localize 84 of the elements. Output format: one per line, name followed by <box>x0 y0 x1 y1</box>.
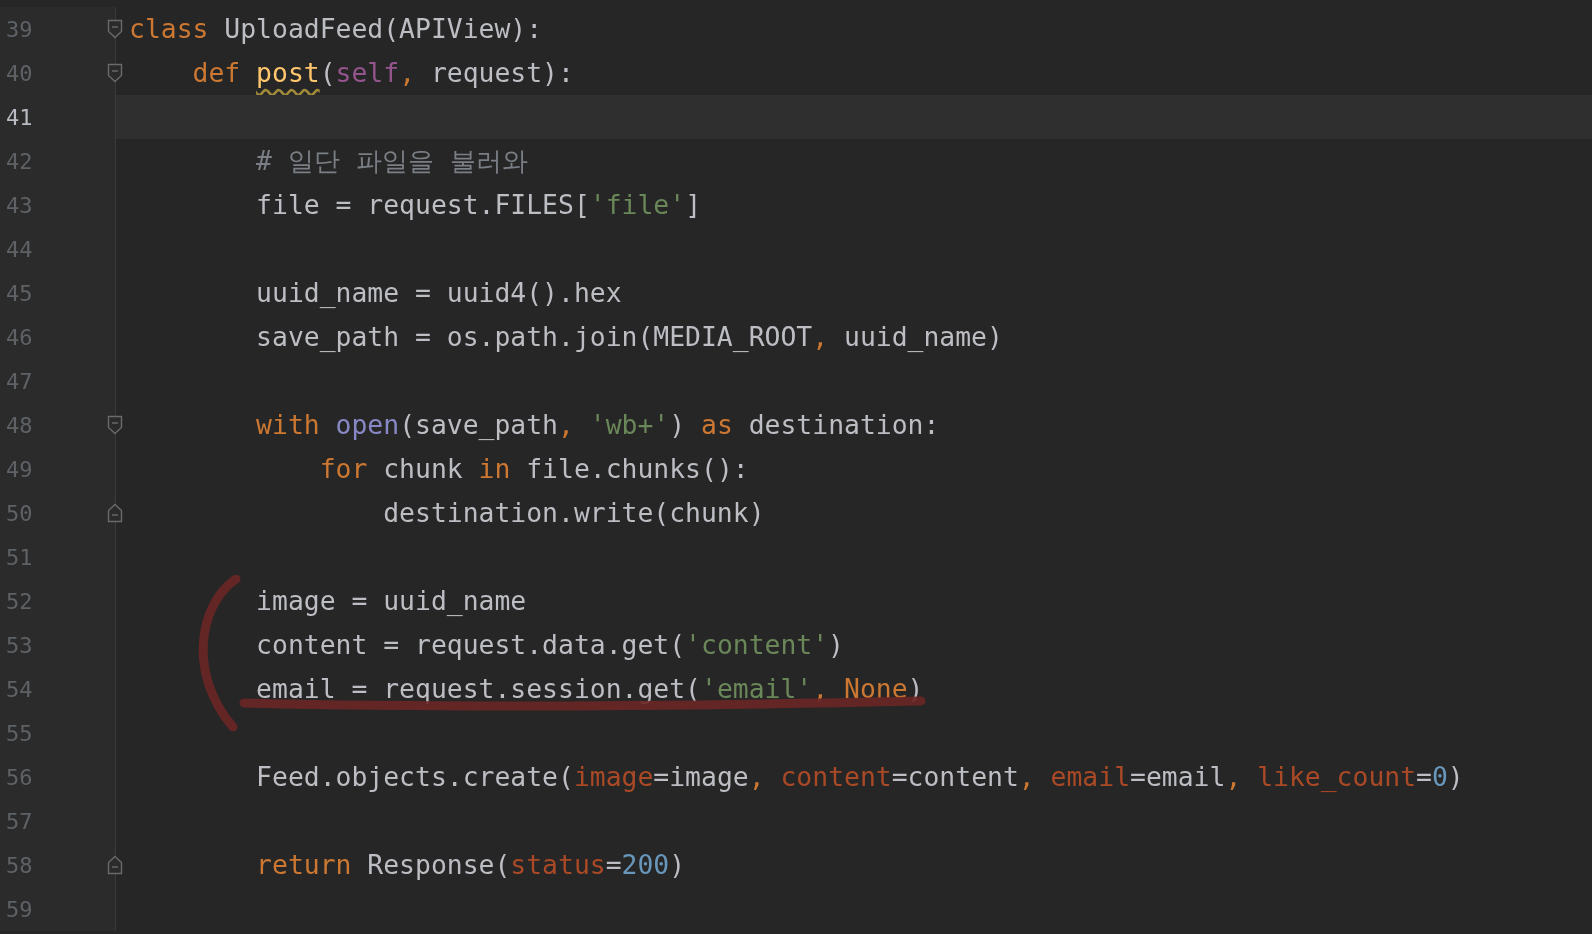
line-number: 42 <box>5 148 33 174</box>
code-text: ( <box>319 57 336 88</box>
code-text: destination: <box>747 409 940 440</box>
keyword: with <box>255 409 321 440</box>
keyword: , <box>1018 761 1036 792</box>
keyword: , <box>812 673 830 704</box>
keyword: , <box>558 409 574 440</box>
fold-icon[interactable] <box>107 855 123 875</box>
line-number: 48 <box>5 412 33 438</box>
keyword-argument: content <box>780 761 892 792</box>
line-number: 52 <box>5 588 33 614</box>
code-text: (save_path <box>399 409 558 440</box>
code-text: = <box>605 849 622 880</box>
code-text: email = request.session.get( <box>255 673 701 704</box>
self-keyword: self <box>335 57 400 88</box>
line-number: 59 <box>5 896 33 922</box>
number-literal: 200 <box>621 849 670 880</box>
string-literal: 'content' <box>685 629 829 660</box>
line-number: 44 <box>5 236 33 262</box>
code-text: content = request.data.get( <box>255 629 686 660</box>
keyword-argument: like_count <box>1257 761 1417 792</box>
code-text: file = request.FILES[ <box>255 189 590 220</box>
code-text: image = uuid_name <box>255 585 527 616</box>
number-literal: 0 <box>1431 761 1448 792</box>
code-text: =email <box>1130 761 1226 792</box>
keyword: class <box>129 13 209 44</box>
code-text: UploadFeed(APIView): <box>223 13 543 44</box>
function-name: post <box>256 57 320 88</box>
code-text: uuid_name = uuid4().hex <box>255 277 622 308</box>
line-number: 58 <box>5 852 33 878</box>
code-text: =content <box>891 761 1019 792</box>
line-number: 55 <box>5 720 33 746</box>
fold-icon[interactable] <box>107 503 123 523</box>
code-text: save_path = os.path.join(MEDIA_ROOT <box>255 321 813 352</box>
keyword-argument: email <box>1050 761 1131 792</box>
line-number: 40 <box>5 60 33 86</box>
keyword-argument: image <box>573 761 654 792</box>
keyword: , <box>748 761 766 792</box>
code-text: ) <box>1447 761 1464 792</box>
line-number: 46 <box>5 324 33 350</box>
fold-icon[interactable] <box>107 19 123 39</box>
code-text: = <box>1416 761 1432 792</box>
line-number: 47 <box>5 368 33 394</box>
fold-icon[interactable] <box>107 63 123 83</box>
code-text: ) <box>669 849 686 880</box>
line-number: 56 <box>5 764 33 790</box>
line-number: 57 <box>5 808 33 834</box>
string-literal: 'wb+' <box>588 409 670 440</box>
code-text: Feed.objects.create( <box>255 761 574 792</box>
code-text: chunk <box>382 453 464 484</box>
string-literal: 'file' <box>589 189 686 220</box>
line-number: 41 <box>5 104 33 130</box>
keyword: def <box>191 57 242 88</box>
keyword: for <box>318 453 368 484</box>
code-text: ] <box>685 189 701 220</box>
keyword: , <box>812 321 829 352</box>
code-text: uuid_name) <box>843 321 1003 352</box>
line-number: 50 <box>5 500 33 526</box>
line-number: 45 <box>5 280 33 306</box>
string-literal: 'email' <box>701 673 813 704</box>
code-text: =image <box>653 761 749 792</box>
line-number: 39 <box>5 16 33 42</box>
keyword-argument: status <box>510 849 606 880</box>
code-text: ) <box>907 673 924 704</box>
fold-icon[interactable] <box>107 415 123 435</box>
keyword: None <box>844 673 908 704</box>
code-text: ) <box>669 409 687 440</box>
keyword: as <box>701 409 733 440</box>
code-comment: # 일단 파일을 불러와 <box>255 145 528 176</box>
line-number: 49 <box>5 456 33 482</box>
builtin-name: open <box>335 409 400 440</box>
line-number: 54 <box>5 676 33 702</box>
code-text: ) <box>828 629 844 660</box>
keyword: , <box>399 57 415 88</box>
code-text: file.chunks(): <box>525 453 749 484</box>
line-number: 43 <box>5 192 33 218</box>
line-number: 53 <box>5 632 33 658</box>
keyword: return <box>255 849 352 880</box>
code-text: destination.write(chunk) <box>382 497 765 528</box>
code-text: request): <box>429 57 574 88</box>
keyword: , <box>1225 761 1243 792</box>
keyword: in <box>478 453 511 484</box>
line-number: 51 <box>5 544 33 570</box>
code-text: Response( <box>366 849 511 880</box>
